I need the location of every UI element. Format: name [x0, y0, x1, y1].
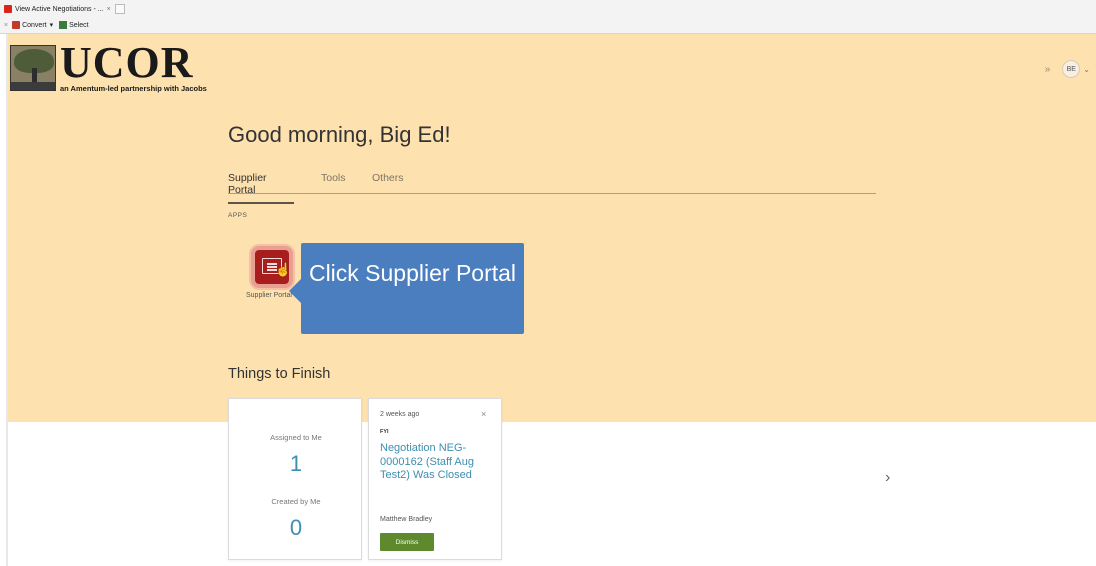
avatar[interactable]: BE: [1062, 60, 1081, 78]
toolbar-close-icon[interactable]: ×: [4, 22, 8, 29]
tab-supplier-portal[interactable]: Supplier Portal: [228, 172, 294, 204]
notification-person: Matthew Bradley: [380, 516, 433, 523]
chevron-down-icon[interactable]: ⌄: [1083, 65, 1090, 74]
page-lower-background: [8, 422, 1096, 566]
browser-tab-title: View Active Negotiations - ...: [15, 5, 104, 13]
hand-cursor-icon: ☝: [275, 262, 292, 277]
logo-tagline: an Amentum-led partnership with Jacobs: [60, 84, 207, 93]
callout-text: Click Supplier Portal: [308, 260, 517, 286]
created-by-me-count[interactable]: 0: [229, 515, 363, 541]
ucor-logo[interactable]: UCOR an Amentum-led partnership with Jac…: [10, 38, 207, 93]
assigned-to-me-count[interactable]: 1: [229, 451, 363, 477]
select-icon: [59, 21, 68, 29]
notification-type: FYI: [380, 429, 389, 435]
chevron-right-icon[interactable]: ›: [885, 469, 890, 487]
convert-button[interactable]: Convert ▾: [12, 21, 53, 29]
convert-label: Convert: [22, 21, 47, 29]
notification-title-link[interactable]: Negotiation NEG-0000162 (Staff Aug Test2…: [380, 442, 496, 483]
pdf-toolbar: × Convert ▾ Select: [4, 19, 95, 31]
tab-close-icon[interactable]: ×: [107, 6, 111, 13]
tab-tools[interactable]: Tools: [321, 172, 346, 190]
callout-pointer: [289, 279, 301, 303]
created-by-me-label: Created by Me: [271, 497, 321, 506]
select-button[interactable]: Select: [59, 21, 89, 29]
counts-card: Assigned to Me 1 Created by Me 0: [228, 398, 362, 560]
dismiss-button[interactable]: Dismiss: [380, 533, 434, 551]
notification-time: 2 weeks ago: [380, 411, 420, 418]
things-to-finish-heading: Things to Finish: [228, 366, 331, 382]
close-icon[interactable]: ×: [481, 409, 486, 419]
logo-wordmark: UCOR: [60, 38, 194, 87]
notification-card[interactable]: 2 weeks ago × FYI Negotiation NEG-000016…: [368, 398, 502, 560]
browser-tab[interactable]: View Active Negotiations - ... ×: [4, 2, 125, 16]
browser-bar: View Active Negotiations - ... × × Conve…: [0, 0, 1096, 34]
assigned-to-me-label: Assigned to Me: [270, 433, 322, 442]
chevron-down-icon: ▾: [49, 22, 54, 29]
tab-bar: Supplier Portal Tools Others: [228, 172, 876, 204]
tab-others[interactable]: Others: [372, 172, 404, 190]
pdf-icon: [4, 5, 12, 13]
page-title: Good morning, Big Ed!: [228, 122, 451, 147]
apps-section-label: APPS: [228, 212, 248, 219]
instruction-callout: Click Supplier Portal: [301, 243, 524, 334]
convert-icon: [12, 21, 21, 29]
user-area: » BE ⌄: [1045, 60, 1090, 78]
select-label: Select: [69, 21, 89, 29]
supplier-portal-app-label: Supplier Portal: [246, 292, 292, 299]
tree-logo-icon: [10, 45, 56, 91]
new-tab-icon[interactable]: [114, 4, 125, 14]
expand-icon[interactable]: »: [1045, 64, 1051, 75]
